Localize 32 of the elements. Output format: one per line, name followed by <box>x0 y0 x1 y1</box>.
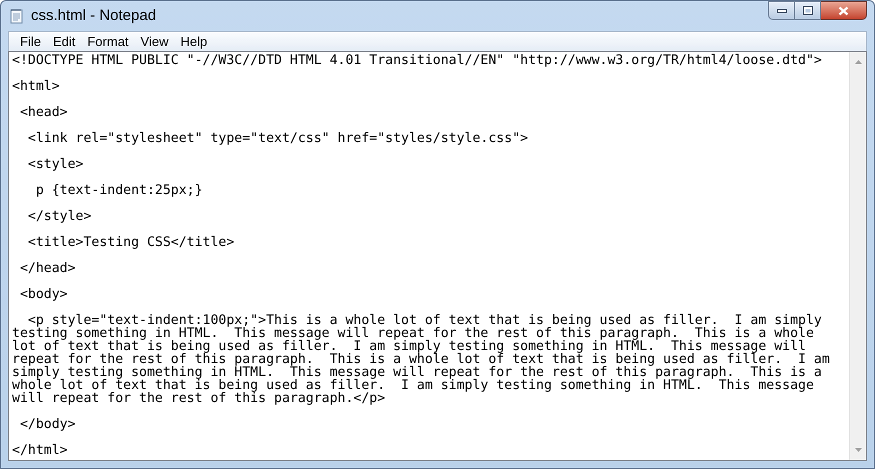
close-button[interactable] <box>821 1 867 20</box>
code-line: simply testing something in HTML. This message will repeat for the rest of this paragraph. This is a <box>12 366 822 379</box>
menu-item[interactable]: Help <box>174 32 214 52</box>
code-line: </style> <box>26 210 92 223</box>
code-line: <html> <box>12 80 60 93</box>
code-line: <head> <box>18 106 68 119</box>
code-line: repeat for the rest of this paragraph. This is a whole lot of text that is being used as filler. I am <box>12 353 830 366</box>
maximize-icon <box>802 6 812 15</box>
code-line: lot of text that is being used as filler. I am simply testing something in HTML. This message will <box>12 340 806 353</box>
menu-item[interactable]: Format <box>81 32 135 52</box>
menu-item[interactable]: File <box>14 32 47 52</box>
minimize-button[interactable] <box>768 1 795 20</box>
code-line: <title>Testing CSS</title> <box>26 236 234 249</box>
code-line: <p style="text-indent:100px;">This is a whole lot of text that is being used as filler. I am simply <box>28 314 822 327</box>
window-title: css.html - Notepad <box>31 6 156 26</box>
code-line: will repeat for the rest of this paragraph.</p> <box>12 392 386 405</box>
close-icon <box>838 6 849 16</box>
menu-item[interactable]: Edit <box>46 32 82 52</box>
code-line: <link rel="stylesheet" type="text/css" href="styles/style.css"> <box>26 132 528 145</box>
maximize-button[interactable] <box>795 1 821 20</box>
code-line: </body> <box>18 418 76 431</box>
code-line: </head> <box>18 262 76 275</box>
code-line: testing something in HTML. This message will repeat for the rest of this paragraph. This is a whole <box>12 327 814 340</box>
code-line: p {text-indent:25px;} <box>34 184 203 197</box>
code-line: </html> <box>12 444 68 457</box>
code-line: whole lot of text that is being used as filler. I am simply testing something in HTML. This message <box>12 379 814 392</box>
minimize-icon <box>776 8 786 12</box>
notepad-icon <box>9 8 25 24</box>
code-line: <body> <box>18 288 68 301</box>
menu-item[interactable]: View <box>134 32 174 52</box>
code-line: <style> <box>26 158 84 171</box>
code-line: <!DOCTYPE HTML PUBLIC "-//W3C//DTD HTML 4.01 Transitional//EN" "http://www.w3.org/TR/html4/loose.dtd"> <box>12 54 822 67</box>
